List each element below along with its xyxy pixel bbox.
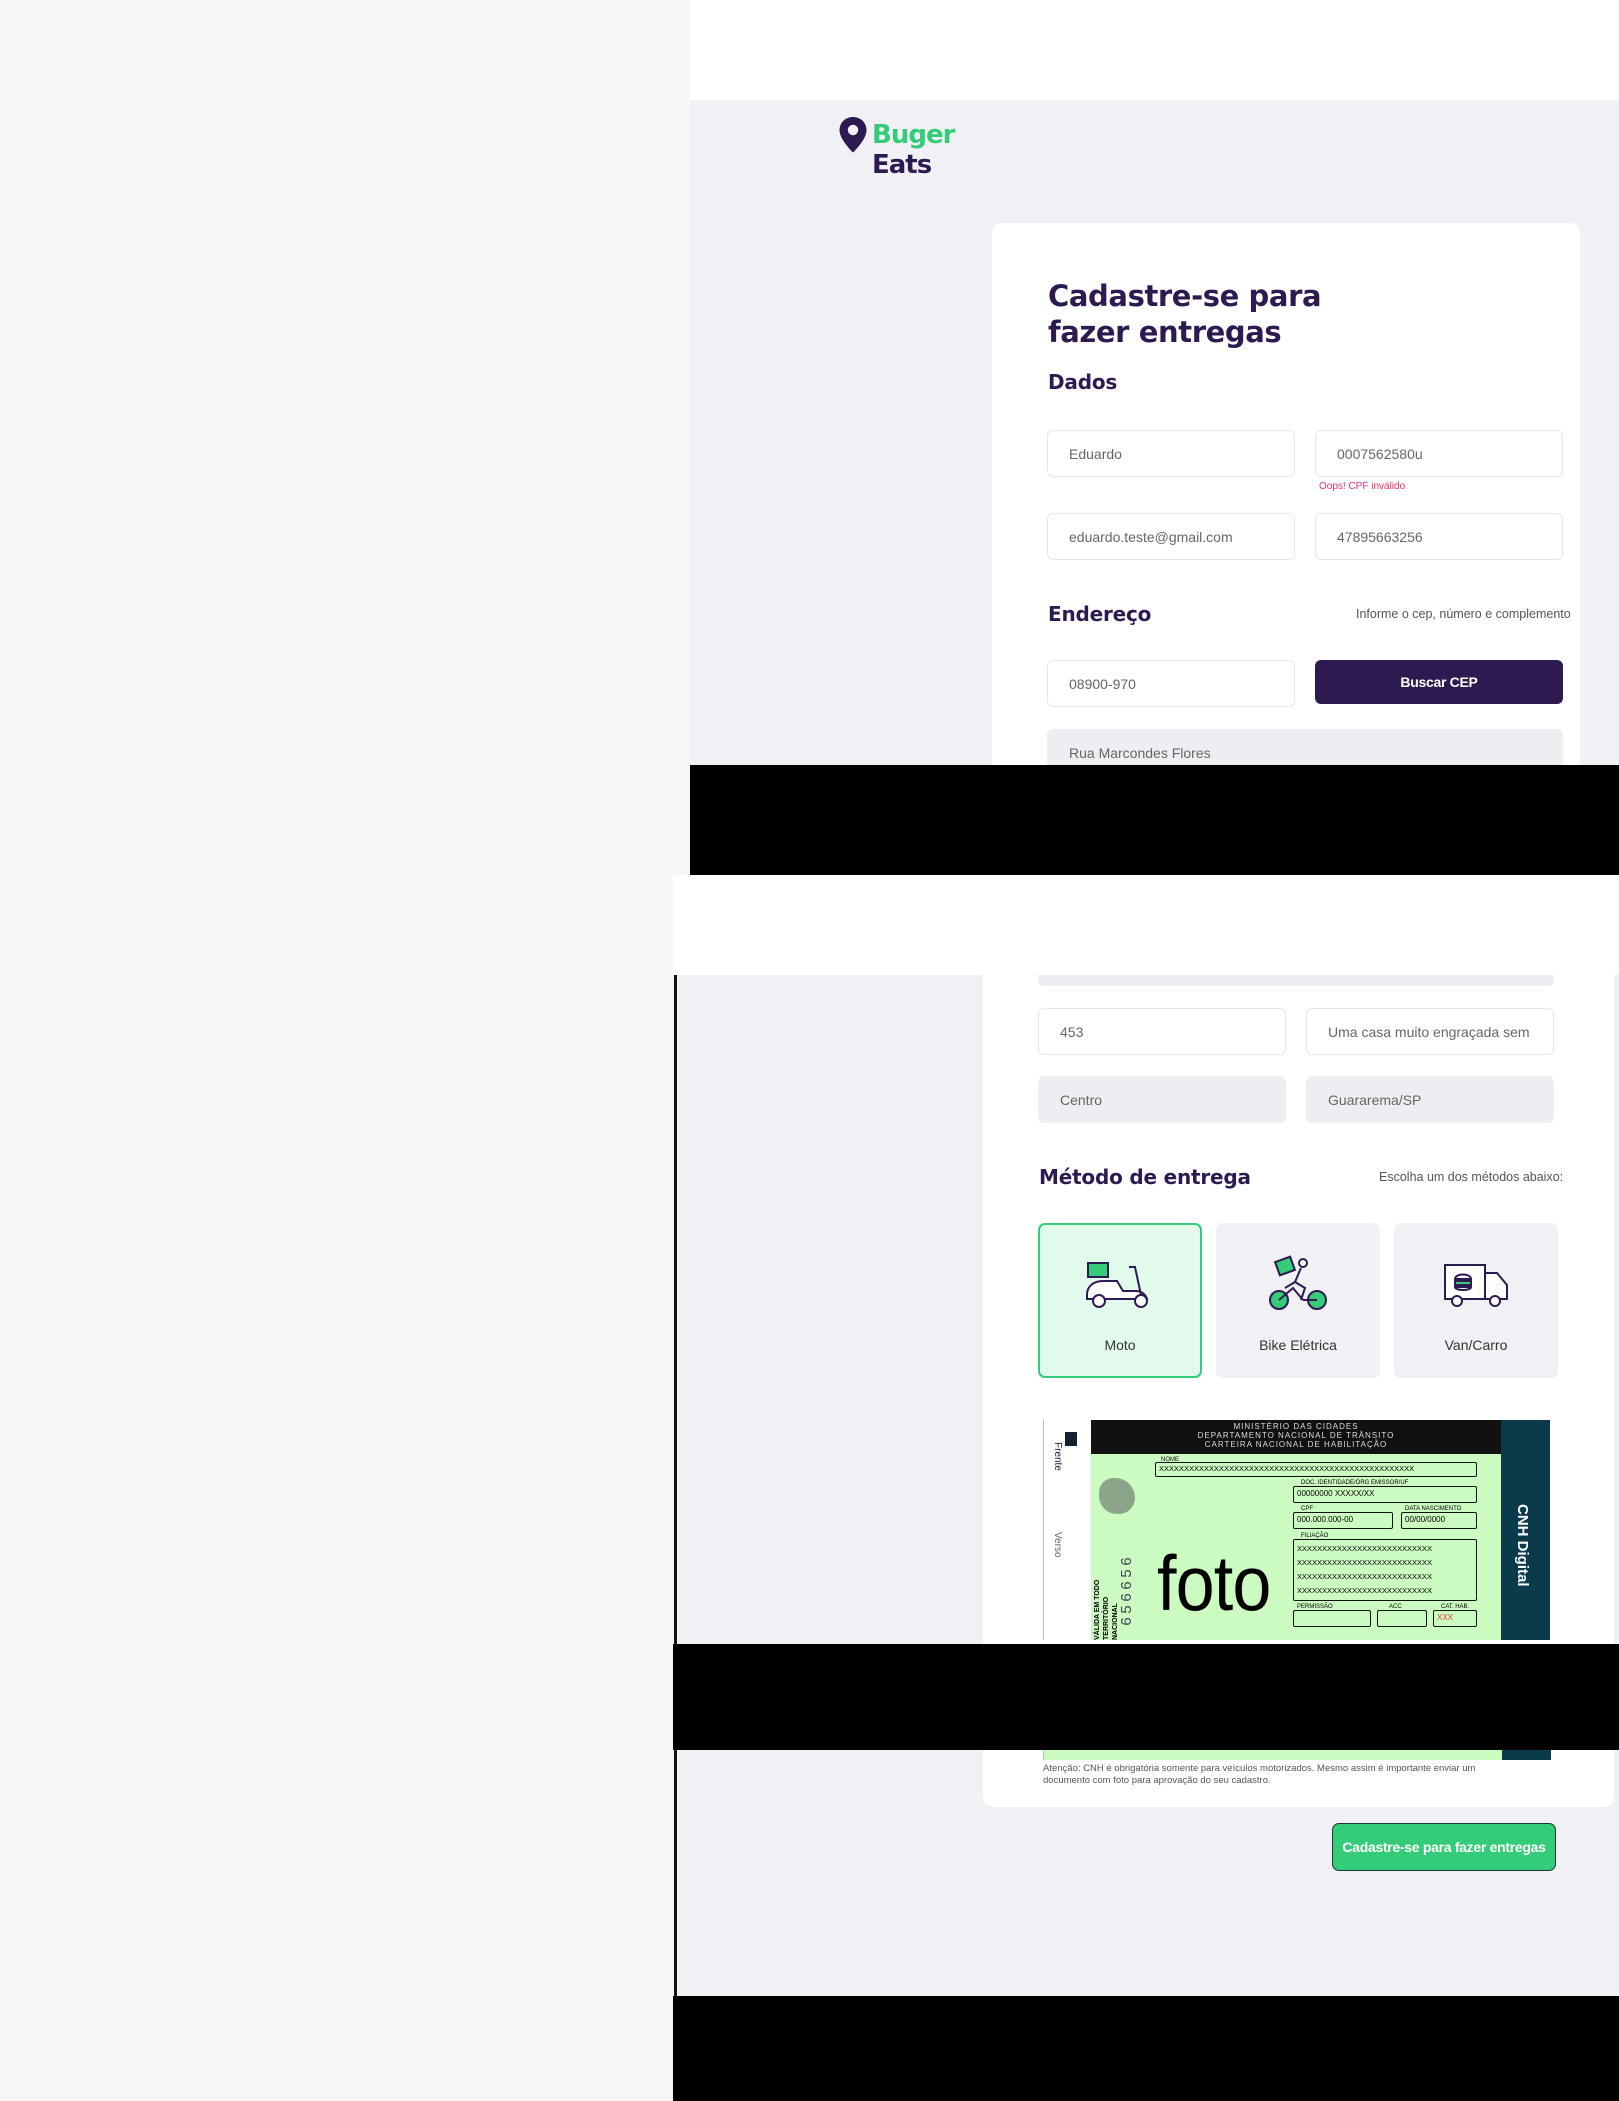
- page-title: Cadastre-se para fazer entregas: [1048, 279, 1322, 349]
- cnh-nome-value: XXXXXXXXXXXXXXXXXXXXXXXXXXXXXXXXXXXXXXXX…: [1155, 1462, 1477, 1477]
- method-label: Moto: [1104, 1337, 1136, 1353]
- black-bar: [690, 765, 1619, 875]
- van-icon: [1444, 1264, 1508, 1307]
- numero-input[interactable]: [1038, 1008, 1286, 1055]
- cnh-numero: 656656: [1119, 1554, 1136, 1627]
- cnh-bottom-edge: [1043, 1750, 1551, 1760]
- cnh-upload-dropzone[interactable]: Frente Verso MINISTÉRIO DAS CIDADES DEPA…: [1043, 1420, 1550, 1640]
- cnh-acc-box: [1377, 1610, 1427, 1627]
- rua-input-bottom-edge: [1038, 975, 1554, 986]
- screenshot-bottom: Método de entrega Escolha um dos métodos…: [673, 875, 1619, 2101]
- bairro-input[interactable]: [1038, 1076, 1286, 1123]
- cidade-input[interactable]: [1306, 1076, 1554, 1123]
- cnh-permissao-box: [1293, 1610, 1371, 1627]
- metodo-hint: Escolha um dos métodos abaixo:: [1379, 1170, 1564, 1184]
- black-bar-3: [673, 1996, 1619, 2101]
- section-metodo-heading: Método de entrega: [1039, 1165, 1251, 1189]
- complemento-input[interactable]: [1306, 1008, 1554, 1055]
- cnh-filiacao-box: XXXXXXXXXXXXXXXXXXXXXXXXXXX XXXXXXXXXXXX…: [1293, 1539, 1477, 1601]
- cnh-digital-band: CNH Digital: [1501, 1420, 1550, 1640]
- black-bar-2: [673, 1644, 1619, 1750]
- cnh-foto-placeholder: foto: [1157, 1539, 1271, 1627]
- location-pin-icon: [839, 117, 867, 153]
- buscar-cep-button[interactable]: Buscar CEP: [1315, 660, 1563, 704]
- section-endereco-heading: Endereço: [1048, 602, 1152, 626]
- cnh-digital-label: CNH Digital: [1514, 1504, 1531, 1587]
- endereco-hint: Informe o cep, número e complemento: [1356, 607, 1571, 621]
- moto-icon: [1086, 1262, 1149, 1308]
- screenshot-top: Buger Eats Cadastre-se para fazer entreg…: [690, 0, 1619, 875]
- method-option-moto[interactable]: Moto: [1038, 1223, 1202, 1378]
- brazil-map-icon: [1099, 1478, 1135, 1514]
- cpf-error-message: Oops! CPF inválido: [1319, 481, 1406, 492]
- bike-icon: [1269, 1255, 1327, 1310]
- submit-button[interactable]: Cadastre-se para fazer entregas: [1332, 1823, 1556, 1871]
- method-option-bike[interactable]: Bike Elétrica: [1216, 1223, 1380, 1378]
- cnh-side-frente: Frente: [1052, 1442, 1063, 1471]
- cnh-validade: VÁLIDA EM TODO TERRITÓRIO NACIONAL: [1094, 1579, 1119, 1640]
- section-dados-heading: Dados: [1048, 370, 1118, 394]
- method-label: Bike Elétrica: [1259, 1337, 1337, 1353]
- method-option-van[interactable]: Van/Carro: [1394, 1223, 1558, 1378]
- cnh-note: Atenção: CNH é obrigatória somente para …: [1043, 1763, 1476, 1786]
- method-label: Van/Carro: [1444, 1337, 1508, 1353]
- brand-logo: Buger Eats: [838, 116, 1018, 180]
- email-input[interactable]: [1047, 513, 1295, 560]
- cnh-cat-value: XXX: [1433, 1610, 1477, 1627]
- cnh-doc-value: 00000000 XXXXX/XX: [1293, 1486, 1477, 1503]
- cnh-body: NOME XXXXXXXXXXXXXXXXXXXXXXXXXXXXXXXXXXX…: [1091, 1454, 1501, 1640]
- cnh-header: MINISTÉRIO DAS CIDADES DEPARTAMENTO NACI…: [1091, 1420, 1501, 1454]
- cnh-side-verso: Verso: [1052, 1532, 1063, 1558]
- brand-name: Buger Eats: [872, 120, 955, 180]
- name-input[interactable]: [1047, 430, 1295, 477]
- cep-input[interactable]: [1047, 660, 1295, 707]
- cnh-side-strip: Frente Verso: [1043, 1420, 1090, 1640]
- left-border: [674, 975, 677, 1996]
- cnh-nasc-value: 00/00/0000: [1401, 1512, 1477, 1529]
- top-white-bar: [690, 0, 1619, 100]
- card-icon: [1065, 1432, 1077, 1446]
- cnh-cpf-value: 000.000.000-00: [1293, 1512, 1393, 1529]
- cpf-input[interactable]: [1315, 430, 1563, 477]
- whatsapp-input[interactable]: [1315, 513, 1563, 560]
